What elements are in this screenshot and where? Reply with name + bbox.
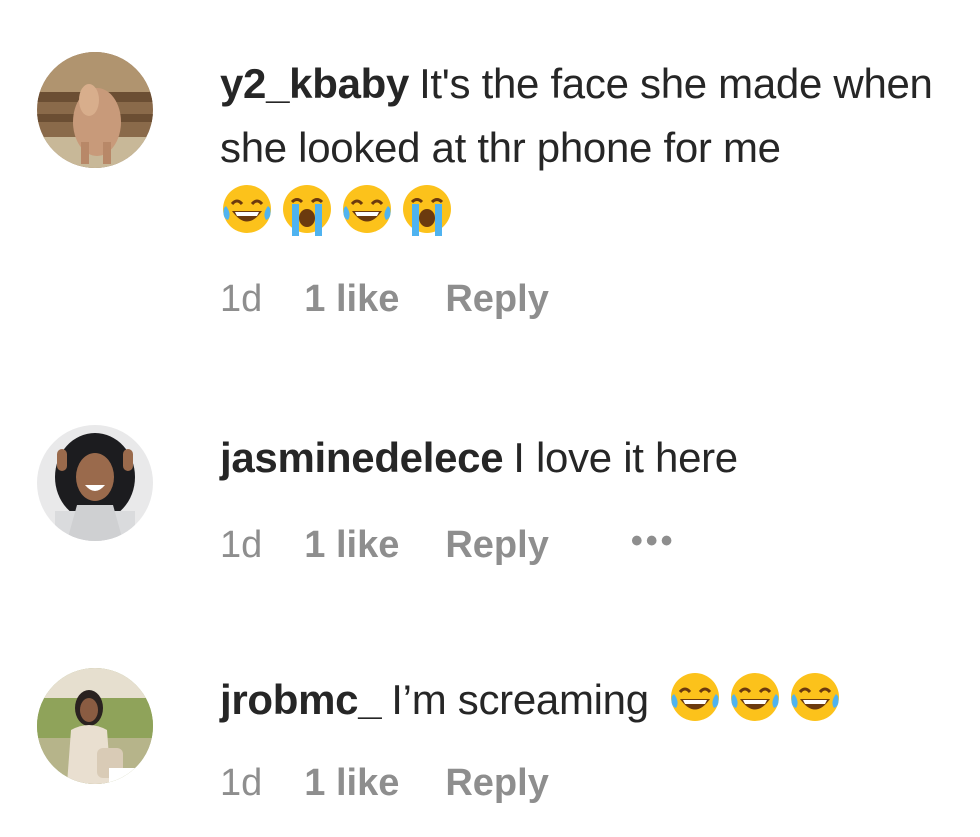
woman-smiling-avatar xyxy=(37,425,153,541)
like-count[interactable]: 1 like xyxy=(304,278,399,321)
reply-button[interactable]: Reply xyxy=(445,278,548,321)
reply-button[interactable]: Reply xyxy=(445,762,548,805)
woman-outdoors-avatar xyxy=(37,668,153,784)
comment-meta: 1d 1 like Reply xyxy=(220,762,549,805)
joy-emoji-icon xyxy=(728,670,782,724)
comment-time: 1d xyxy=(220,278,263,320)
comment-username[interactable]: jrobmc_ xyxy=(220,676,382,723)
horse-photo-avatar xyxy=(37,52,153,168)
comment-meta: 1d 1 like Reply ••• xyxy=(220,522,676,567)
comment-meta: 1d 1 like Reply xyxy=(220,278,549,321)
comment-username[interactable]: y2_kbaby xyxy=(220,60,409,107)
avatar[interactable] xyxy=(37,425,153,541)
comment-text: y2_kbaby It's the face she made when she … xyxy=(220,52,965,254)
avatar[interactable] xyxy=(37,668,153,784)
joy-emoji-icon xyxy=(340,182,394,236)
sob-emoji-icon xyxy=(400,182,454,236)
reply-button[interactable]: Reply xyxy=(445,524,548,567)
comment-body: I’m screaming xyxy=(391,676,649,723)
comment-username[interactable]: jasminedelece xyxy=(220,434,504,481)
avatar[interactable] xyxy=(37,52,153,168)
joy-emoji-icon xyxy=(668,670,722,724)
emoji-group xyxy=(220,182,460,254)
comment-time: 1d xyxy=(220,524,263,566)
joy-emoji-icon xyxy=(220,182,274,236)
like-count[interactable]: 1 like xyxy=(304,762,399,805)
comment-text: jasminedelece I love it here xyxy=(220,426,965,490)
like-count[interactable]: 1 like xyxy=(304,524,399,567)
comment-time: 1d xyxy=(220,762,263,804)
emoji-group xyxy=(668,670,848,742)
more-options-icon[interactable]: ••• xyxy=(631,522,676,561)
joy-emoji-icon xyxy=(788,670,842,724)
comment-text: jrobmc_ I’m screaming xyxy=(220,668,965,742)
comment-body: I love it here xyxy=(513,434,738,481)
sob-emoji-icon xyxy=(280,182,334,236)
